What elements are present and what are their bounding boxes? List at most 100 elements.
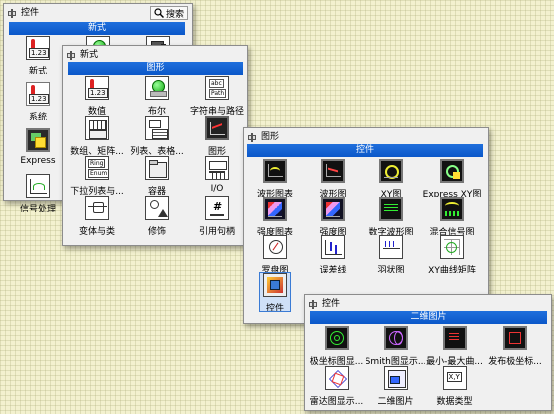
mixed-signal-icon: [440, 197, 464, 221]
item-label: 羽状图: [377, 266, 405, 273]
item-label: 混合信号图: [429, 228, 475, 235]
item-label: 容器: [147, 187, 166, 196]
item-digital-waveform[interactable]: 数字波形图: [362, 197, 420, 235]
io-icon: [205, 156, 229, 180]
graph-icon: [205, 116, 229, 140]
item-label: 二维图片: [377, 397, 414, 406]
num-icon: [26, 36, 50, 60]
item-label: XY曲线矩阵: [428, 266, 476, 273]
item-controls-selected[interactable]: 控件: [259, 272, 291, 312]
variant-class-icon: [85, 196, 109, 220]
item-label: 雷达图显示...: [309, 397, 364, 406]
publish-polar-icon: [503, 326, 527, 350]
error-bar-icon: [321, 235, 345, 259]
express-icon: [26, 128, 50, 152]
search-button[interactable]: 搜索: [149, 6, 188, 20]
subpalette-label: 信号处理: [19, 205, 56, 212]
item-container[interactable]: 容器: [127, 156, 187, 196]
numeric-icon: [85, 76, 109, 100]
item-io[interactable]: I/O: [187, 156, 247, 196]
palette-title-bar: 新式: [67, 49, 98, 62]
item-refnum[interactable]: 引用句柄: [187, 196, 247, 236]
list-table-icon: [145, 116, 169, 140]
item-express-xy-graph[interactable]: Express XY图: [420, 159, 484, 197]
palette-header: 新式: [9, 22, 185, 35]
item-label: 修饰: [147, 227, 166, 236]
item-polar-plot[interactable]: 极坐标图显...: [307, 326, 366, 366]
item-decorations[interactable]: 修饰: [127, 196, 187, 236]
item-numeric[interactable]: 数值: [67, 76, 127, 116]
palette-title-bar: 图形: [248, 131, 279, 144]
decorations-icon: [145, 196, 169, 220]
item-variant-class[interactable]: 变体与类: [67, 196, 127, 236]
pin-icon[interactable]: [248, 133, 257, 142]
item-min-max-plot[interactable]: 最小-最大曲...: [425, 326, 484, 366]
item-boolean[interactable]: 布尔: [127, 76, 187, 116]
item-array-matrix[interactable]: 数组、矩阵...: [67, 116, 127, 156]
express-xy-graph-icon: [440, 159, 464, 183]
item-publish-polar[interactable]: 发布极坐标...: [484, 326, 546, 366]
array-matrix-icon: [85, 116, 109, 140]
item-label: 数字波形图: [368, 228, 414, 235]
palette-title: 新式: [80, 50, 99, 60]
subpalette-label: 新式: [28, 67, 47, 74]
item-waveform-chart[interactable]: 波形图表: [246, 159, 304, 197]
item-label: 波形图表: [256, 190, 293, 197]
palette-title-bar: 控件: [309, 298, 340, 311]
container-icon: [145, 156, 169, 180]
item-label: 极坐标图显...: [309, 357, 364, 366]
item-list-table[interactable]: 列表、表格...: [127, 116, 187, 156]
signal-processing-icon: [26, 174, 50, 198]
digital-waveform-icon: [379, 197, 403, 221]
search-label: 搜索: [165, 9, 184, 20]
pin-icon[interactable]: [67, 51, 76, 60]
controls-icon: [263, 273, 287, 297]
item-intensity-chart[interactable]: 强度图表: [246, 197, 304, 235]
item-smith-plot[interactable]: Smith图显示...: [366, 326, 425, 366]
item-label: 误差线: [319, 266, 347, 273]
subpalette-system[interactable]: 系统: [8, 74, 68, 120]
item-label: 数值: [87, 107, 106, 116]
xy-plot-matrix-icon: [440, 235, 464, 259]
radar-plot-icon: [324, 366, 349, 390]
pin-icon[interactable]: [8, 9, 17, 18]
item-data-type[interactable]: 数据类型: [425, 366, 484, 406]
feather-plot-icon: [379, 235, 403, 259]
item-graph[interactable]: 图形: [187, 116, 247, 156]
palette-title: 图形: [261, 132, 280, 142]
item-2d-picture[interactable]: 二维图片: [366, 366, 425, 406]
subpalette-modern[interactable]: 新式: [8, 36, 68, 74]
subpalette-express[interactable]: Express: [8, 120, 68, 166]
item-compass-plot[interactable]: 罗盘图: [246, 235, 304, 273]
item-radar-plot[interactable]: 雷达图显示...: [307, 366, 366, 406]
item-label: XY图: [380, 190, 402, 197]
item-mixed-signal[interactable]: 混合信号图: [420, 197, 484, 235]
item-label: 引用句柄: [198, 227, 235, 236]
data-type-icon: [442, 366, 467, 390]
item-label: Express XY图: [422, 190, 482, 197]
item-feather-plot[interactable]: 羽状图: [362, 235, 420, 273]
item-string-path[interactable]: 字符串与路径: [187, 76, 247, 116]
search-icon: [154, 8, 164, 18]
polar-plot-icon: [324, 326, 349, 350]
item-label: 最小-最大曲...: [426, 357, 483, 366]
item-xy-graph[interactable]: XY图: [362, 159, 420, 197]
pin-icon[interactable]: [309, 300, 318, 309]
item-label: 控件: [265, 304, 284, 311]
ring-enum-icon: [85, 156, 110, 180]
palette-header: 图形: [68, 62, 243, 75]
item-waveform-graph[interactable]: 波形图: [304, 159, 362, 197]
palette-header: 控件: [247, 144, 483, 157]
refnum-icon: [205, 196, 229, 220]
item-intensity-graph[interactable]: 强度图: [304, 197, 362, 235]
item-label: 变体与类: [78, 227, 115, 236]
item-ring-enum[interactable]: 下拉列表与...: [67, 156, 127, 196]
item-label: 布尔: [147, 107, 166, 116]
item-error-bar[interactable]: 误差线: [304, 235, 362, 273]
item-xy-plot-matrix[interactable]: XY曲线矩阵: [420, 235, 484, 273]
item-label: 列表、表格...: [130, 147, 184, 156]
item-label: 强度图表: [256, 228, 293, 235]
item-label: I/O: [210, 184, 224, 194]
subpalette-signal-processing[interactable]: 信号处理: [8, 166, 68, 212]
modern-palette: 新式 图形 数值 布尔 字符串与路径 数组、矩阵... 列表、表格... 图形: [62, 45, 248, 246]
